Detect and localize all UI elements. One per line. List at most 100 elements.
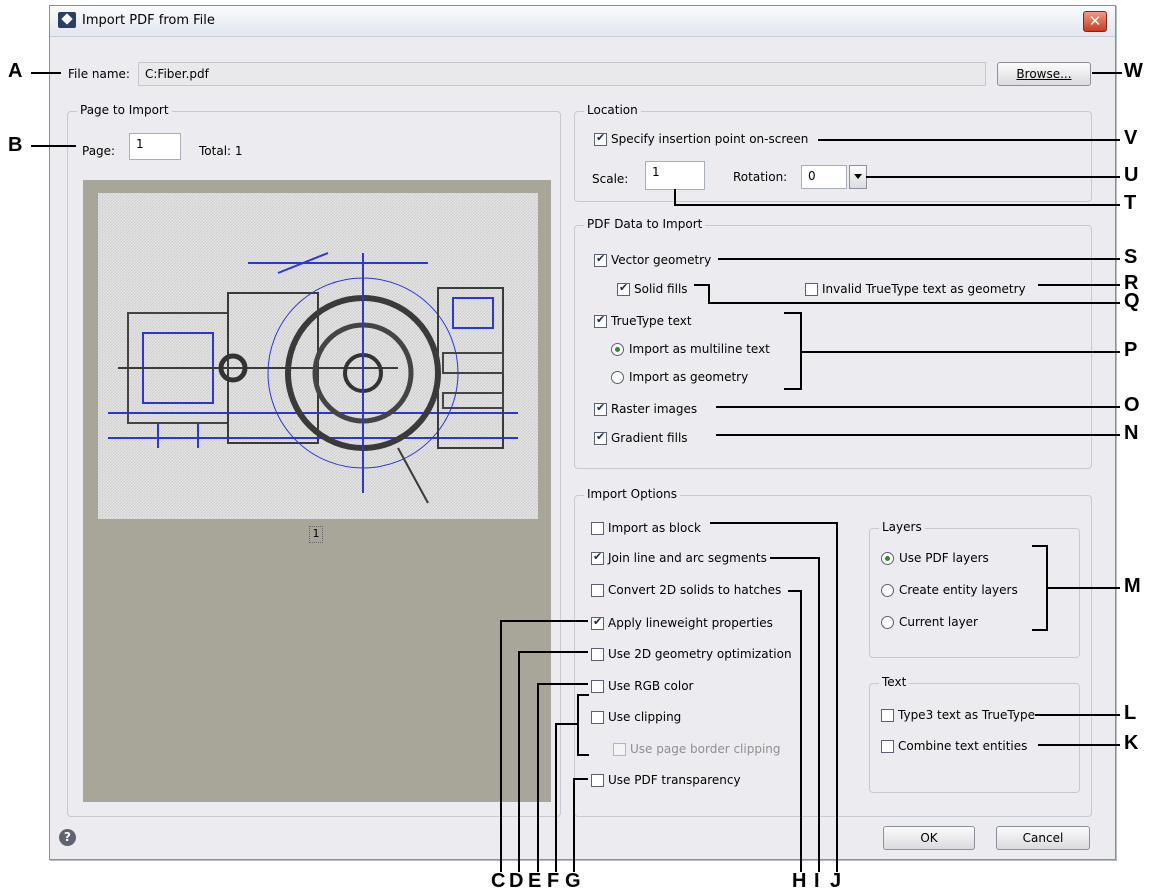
callout-line-l [1035, 714, 1120, 716]
callout-c: C [491, 870, 506, 892]
callout-line-i-v [818, 557, 820, 872]
raster-images-label: Raster images [611, 402, 698, 416]
pdf-preview-image [98, 193, 538, 519]
callout-line-b [31, 145, 76, 147]
browse-button[interactable]: Browse... [997, 62, 1091, 86]
callout-line-e [537, 683, 588, 685]
specify-insertion-checkbox[interactable] [594, 131, 607, 146]
callout-line-n [716, 434, 1120, 436]
callout-i: I [814, 870, 820, 892]
callout-g: G [565, 870, 581, 892]
use-clipping-label: Use clipping [608, 710, 682, 724]
rotation-label: Rotation: [733, 170, 788, 184]
type3-checkbox[interactable] [881, 709, 894, 722]
callout-w: W [1124, 60, 1143, 82]
callout-line-t [674, 204, 1120, 206]
use-rgb-checkbox[interactable] [591, 680, 604, 693]
page-to-import-legend: Page to Import [77, 103, 172, 117]
create-entity-layers-label: Create entity layers [899, 583, 1018, 597]
callout-d: D [509, 870, 524, 892]
callout-line-m [1046, 587, 1120, 589]
callout-m: M [1124, 575, 1141, 597]
import-pdf-dialog: Import PDF from File ✕ File name: C:Fibe… [49, 5, 1116, 860]
convert-2d-label: Convert 2D solids to hatches [608, 583, 782, 597]
use-2d-optimization-label: Use 2D geometry optimization [608, 647, 792, 661]
callout-line-e-v [537, 683, 539, 872]
create-entity-layers-radio[interactable] [881, 584, 894, 597]
gradient-fills-checkbox[interactable] [594, 430, 607, 445]
import-options-legend: Import Options [584, 487, 680, 501]
chevron-down-icon[interactable] [849, 165, 867, 189]
use-page-border-checkbox[interactable] [613, 743, 626, 756]
file-name-field[interactable]: C:Fiber.pdf [138, 62, 986, 86]
import-geometry-label: Import as geometry [629, 370, 749, 384]
callout-line-f-v [555, 723, 557, 872]
type3-label: Type3 text as TrueType [898, 708, 1035, 722]
pdf-data-legend: PDF Data to Import [584, 217, 706, 231]
join-segments-checkbox[interactable] [591, 550, 604, 565]
callout-line-c-v [500, 620, 502, 872]
current-layer-label: Current layer [899, 615, 978, 629]
callout-o: O [1124, 394, 1140, 416]
callout-line-f-bracket [577, 694, 579, 756]
solid-fills-checkbox[interactable] [617, 281, 630, 296]
title-bar[interactable]: Import PDF from File ✕ [50, 6, 1115, 37]
current-layer-radio[interactable] [881, 616, 894, 629]
help-icon[interactable]: ? [59, 829, 76, 846]
callout-line-g [573, 778, 588, 780]
truetype-text-checkbox[interactable] [594, 313, 607, 328]
drawing-preview [98, 193, 538, 519]
callout-line-u [866, 176, 1120, 178]
callout-line-f-bot [577, 754, 589, 756]
import-block-checkbox[interactable] [591, 522, 604, 535]
callout-q: Q [1124, 290, 1140, 312]
apply-lineweight-checkbox[interactable] [591, 615, 604, 630]
use-pdf-layers-radio[interactable] [881, 552, 894, 565]
callout-line-q-v [708, 284, 710, 304]
callout-s: S [1124, 246, 1138, 268]
raster-images-checkbox[interactable] [594, 401, 607, 416]
invalid-truetype-checkbox[interactable] [805, 283, 818, 296]
callout-j: J [830, 870, 842, 892]
invalid-truetype-label: Invalid TrueType text as geometry [822, 282, 1026, 296]
callout-line-a [31, 72, 61, 74]
callout-line-o [716, 406, 1120, 408]
import-multiline-radio[interactable] [611, 343, 624, 356]
callout-v: V [1124, 127, 1138, 149]
rotation-select[interactable]: 0 [801, 165, 847, 189]
scale-input[interactable]: 1 [645, 161, 705, 190]
join-segments-label: Join line and arc segments [608, 551, 767, 565]
text-legend: Text [879, 675, 910, 689]
use-transparency-checkbox[interactable] [591, 774, 604, 787]
convert-2d-checkbox[interactable] [591, 584, 604, 597]
ok-button[interactable]: OK [883, 826, 975, 850]
use-2d-optimization-checkbox[interactable] [591, 648, 604, 661]
app-icon [58, 12, 76, 28]
location-legend: Location [584, 103, 641, 117]
import-multiline-label: Import as multiline text [629, 342, 770, 356]
callout-line-c [500, 620, 588, 622]
use-clipping-checkbox[interactable] [591, 711, 604, 724]
specify-insertion-label: Specify insertion point on-screen [611, 132, 809, 146]
vector-geometry-checkbox[interactable] [594, 252, 607, 267]
callout-n: N [1124, 422, 1139, 444]
callout-line-f [555, 723, 577, 725]
callout-k: K [1124, 732, 1139, 754]
callout-line-h-v [800, 590, 802, 872]
callout-line-q [708, 302, 1120, 304]
close-icon[interactable]: ✕ [1083, 11, 1107, 32]
use-pdf-layers-label: Use PDF layers [899, 551, 989, 565]
import-block-label: Import as block [608, 521, 701, 535]
callout-line-d [518, 651, 588, 653]
callout-line-w [1092, 72, 1122, 74]
import-geometry-radio[interactable] [611, 371, 624, 384]
callout-line-f-top [577, 694, 589, 696]
page-input[interactable]: 1 [129, 133, 181, 160]
combine-text-checkbox[interactable] [881, 740, 894, 753]
cancel-button[interactable]: Cancel [996, 826, 1090, 850]
total-label: Total: 1 [199, 144, 243, 158]
callout-u: U [1124, 164, 1139, 186]
callout-line-m-bot [1032, 629, 1048, 631]
page-number-marker[interactable]: 1 [309, 526, 323, 543]
file-name-label: File name: [68, 67, 130, 81]
